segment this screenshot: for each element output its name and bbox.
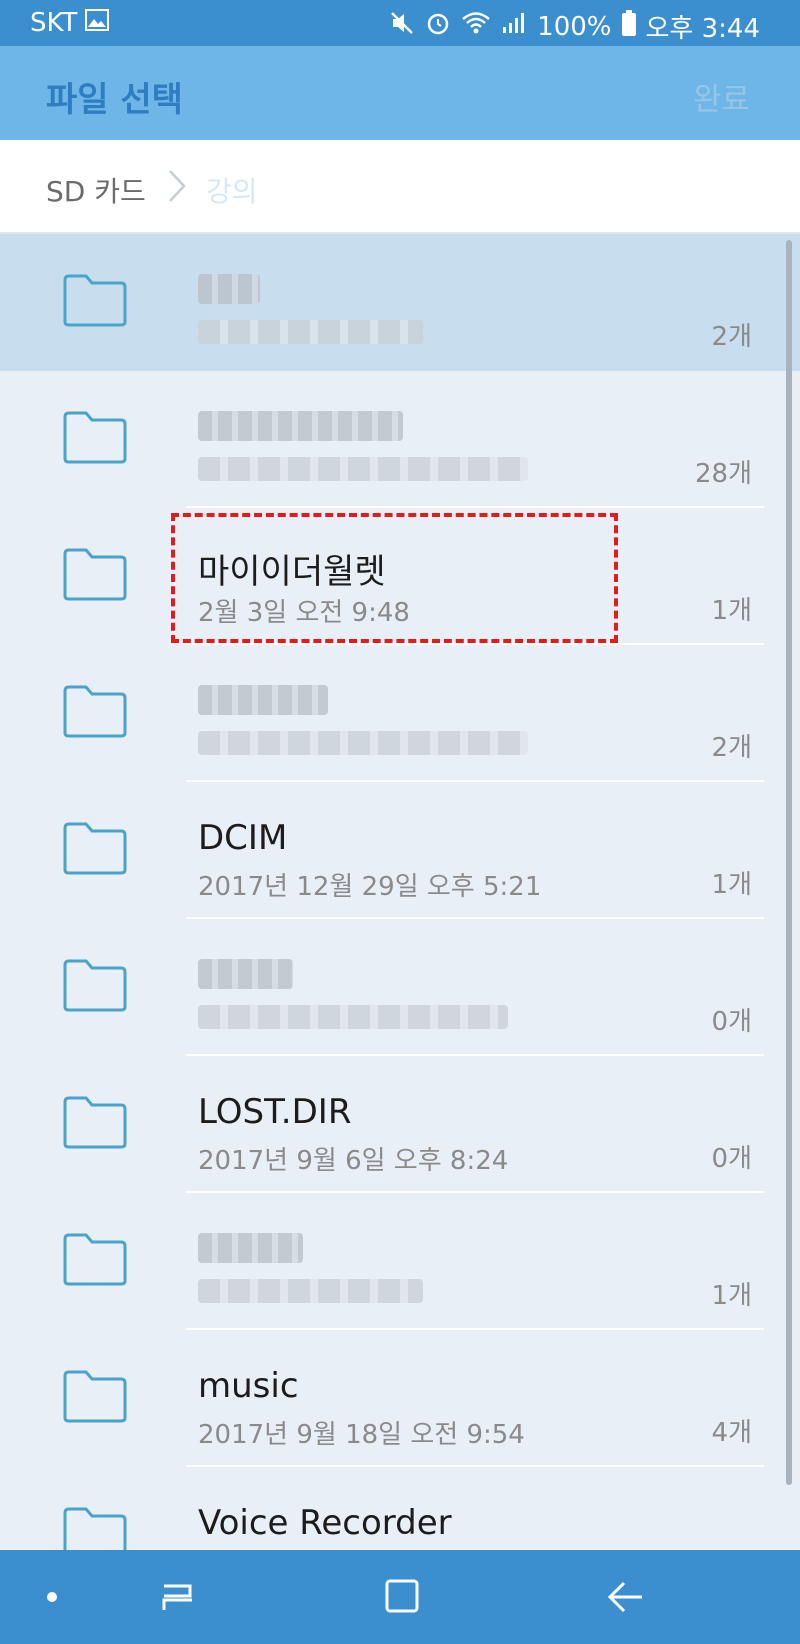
blurred-date [198, 731, 528, 755]
item-count: 28개 [694, 459, 752, 489]
folder-date: 2017년 12월 29일 오후 5:21 [198, 872, 542, 902]
folder-date: 2017년 9월 18일 오전 9:54 [198, 1420, 525, 1450]
signal-icon [501, 11, 527, 42]
breadcrumb-sd-card[interactable]: SD 카드 [46, 170, 146, 210]
status-bar: SKT 100% 오후 3:44 [0, 0, 800, 46]
item-count: 4개 [711, 1418, 752, 1448]
folder-date: 2017년 9월 6일 오후 8:24 [198, 1146, 509, 1176]
blurred-date [198, 457, 528, 481]
item-count: 1개 [711, 1281, 752, 1311]
blurred-name [198, 274, 260, 304]
list-item[interactable]: 2개 [0, 234, 800, 371]
folder-icon [63, 959, 127, 1012]
blurred-name [198, 685, 328, 715]
navigation-bar [0, 1550, 800, 1644]
folder-name: LOST.DIR [198, 1092, 352, 1132]
home-icon[interactable] [372, 1572, 432, 1622]
page-title: 파일 선택 [46, 80, 183, 120]
folder-icon [63, 1096, 127, 1149]
list-item[interactable]: music 2017년 9월 18일 오전 9:54 4개 [0, 1330, 800, 1467]
mute-icon [389, 10, 415, 43]
blurred-name [198, 411, 403, 441]
clock: 오후 3:44 [645, 14, 761, 44]
battery-percent: 100% [537, 11, 612, 42]
blurred-date [198, 1279, 423, 1303]
breadcrumb-current: 강의 [206, 175, 258, 208]
breadcrumb: SD 카드 강의 [0, 140, 800, 234]
item-count: 2개 [711, 322, 752, 352]
dot-icon[interactable] [22, 1572, 82, 1622]
list-item[interactable]: LOST.DIR 2017년 9월 6일 오후 8:24 0개 [0, 1056, 800, 1193]
list-item[interactable]: 0개 [0, 919, 800, 1056]
folder-icon [63, 822, 127, 875]
wifi-icon [461, 10, 491, 43]
folder-icon [63, 548, 127, 601]
folder-icon [63, 1507, 127, 1550]
folder-name: music [198, 1366, 299, 1406]
blurred-date [198, 320, 423, 344]
list-item[interactable]: 1개 [0, 1193, 800, 1330]
folder-icon [63, 274, 127, 327]
folder-icon [63, 1233, 127, 1286]
chevron-right-icon [165, 168, 189, 208]
blurred-name [198, 1233, 303, 1263]
file-list: 2개 28개 마이이더월렛 2월 3일 오전 9:48 1개 2개 DCIM 2… [0, 234, 800, 1550]
blurred-name [198, 959, 293, 989]
folder-name: Voice Recorder [198, 1503, 452, 1543]
folder-icon [63, 685, 127, 738]
blurred-date [198, 1005, 508, 1029]
folder-icon [63, 411, 127, 464]
app-bar: 파일 선택 완료 [0, 46, 800, 140]
battery-icon [621, 10, 636, 43]
folder-name: DCIM [198, 818, 288, 858]
image-notification-icon [85, 8, 110, 38]
item-count: 2개 [711, 733, 752, 763]
list-item[interactable]: DCIM 2017년 12월 29일 오후 5:21 1개 [0, 782, 800, 919]
scrollbar[interactable] [786, 240, 792, 1485]
item-count: 0개 [711, 1144, 752, 1174]
list-item[interactable]: 28개 [0, 371, 800, 508]
item-count: 0개 [711, 1007, 752, 1037]
folder-icon [63, 1370, 127, 1423]
recent-apps-icon[interactable] [148, 1572, 208, 1622]
carrier-label: SKT [30, 8, 78, 38]
done-button[interactable]: 완료 [693, 74, 750, 119]
item-count: 1개 [711, 870, 752, 900]
highlight-box [171, 513, 618, 643]
list-item[interactable]: Voice Recorder [0, 1467, 800, 1550]
back-icon[interactable] [596, 1572, 656, 1622]
item-count: 1개 [711, 596, 752, 626]
alarm-icon [425, 10, 451, 43]
list-item[interactable]: 2개 [0, 645, 800, 782]
